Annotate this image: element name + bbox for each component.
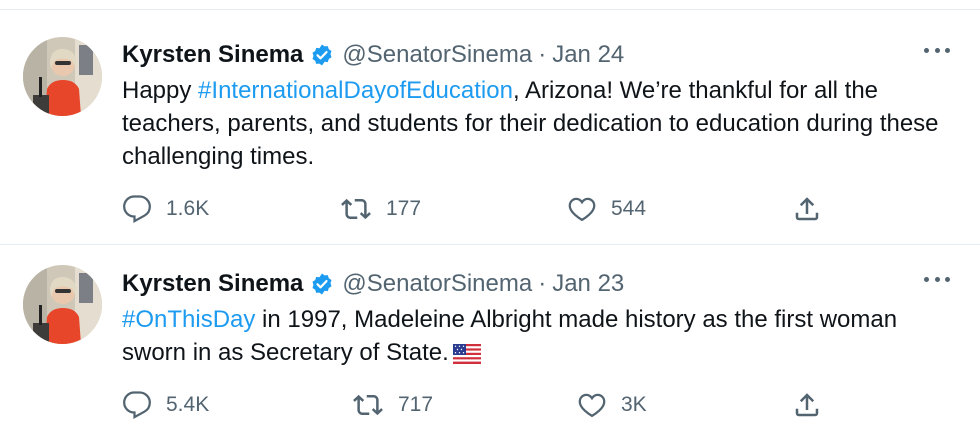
tweet-actions: 1.6K 177 544 — [122, 192, 842, 226]
retweet-icon — [341, 198, 371, 220]
hashtag-link[interactable]: #InternationalDayofEducation — [198, 77, 513, 104]
reply-icon — [123, 195, 151, 224]
tweet[interactable]: Kyrsten Sinema @SenatorSinema · Jan 23 #… — [0, 245, 980, 444]
tweet-date[interactable]: Jan 24 — [552, 41, 624, 69]
reply-count: 1.6K — [166, 197, 210, 220]
reply-button[interactable]: 1.6K — [122, 192, 209, 226]
retweet-button[interactable]: 717 — [352, 388, 433, 422]
reply-button[interactable]: 5.4K — [122, 388, 209, 422]
retweet-count: 177 — [386, 197, 422, 220]
us-flag-emoji — [452, 340, 481, 373]
avatar[interactable] — [23, 37, 102, 116]
verified-badge-icon — [310, 43, 334, 67]
author-name[interactable]: Kyrsten Sinema — [122, 270, 303, 298]
avatar[interactable] — [23, 265, 102, 344]
like-icon — [568, 197, 596, 222]
like-button[interactable]: 544 — [567, 192, 646, 226]
like-icon — [578, 393, 606, 418]
author-handle[interactable]: @SenatorSinema — [342, 270, 532, 298]
share-icon — [795, 197, 819, 221]
avatar-photo — [23, 265, 102, 344]
like-button[interactable]: 3K — [577, 388, 647, 422]
like-count: 3K — [621, 393, 647, 416]
tweet-actions: 5.4K 717 3K — [122, 388, 842, 422]
retweet-button[interactable]: 177 — [340, 192, 421, 226]
reply-icon — [123, 391, 151, 420]
reply-count: 5.4K — [166, 393, 210, 416]
tweet-text: #OnThisDay in 1997, Madeleine Albright m… — [122, 303, 942, 373]
tweet[interactable]: Kyrsten Sinema @SenatorSinema · Jan 24 H… — [0, 10, 980, 244]
more-icon[interactable] — [924, 44, 950, 56]
retweet-count: 717 — [398, 393, 434, 416]
tweet-date[interactable]: Jan 23 — [552, 270, 624, 298]
author-handle[interactable]: @SenatorSinema — [342, 41, 532, 69]
share-button[interactable] — [792, 388, 822, 422]
tweet-feed: Kyrsten Sinema @SenatorSinema · Jan 24 H… — [0, 0, 980, 445]
like-count: 544 — [611, 197, 647, 220]
verified-badge-icon — [310, 272, 334, 296]
tweet-text: Happy #InternationalDayofEducation, Ariz… — [122, 74, 942, 173]
retweet-icon — [353, 394, 383, 416]
separator-dot: · — [538, 270, 547, 297]
separator-dot: · — [538, 41, 547, 68]
share-button[interactable] — [792, 192, 822, 226]
tweet-header: Kyrsten Sinema @SenatorSinema · Jan 23 — [122, 267, 624, 301]
tweet-header: Kyrsten Sinema @SenatorSinema · Jan 24 — [122, 38, 624, 72]
avatar-photo — [23, 37, 102, 116]
share-icon — [795, 393, 819, 417]
hashtag-link[interactable]: #OnThisDay — [122, 306, 255, 333]
author-name[interactable]: Kyrsten Sinema — [122, 41, 303, 69]
tweet-text-before: Happy — [122, 77, 199, 104]
more-icon[interactable] — [924, 273, 950, 285]
